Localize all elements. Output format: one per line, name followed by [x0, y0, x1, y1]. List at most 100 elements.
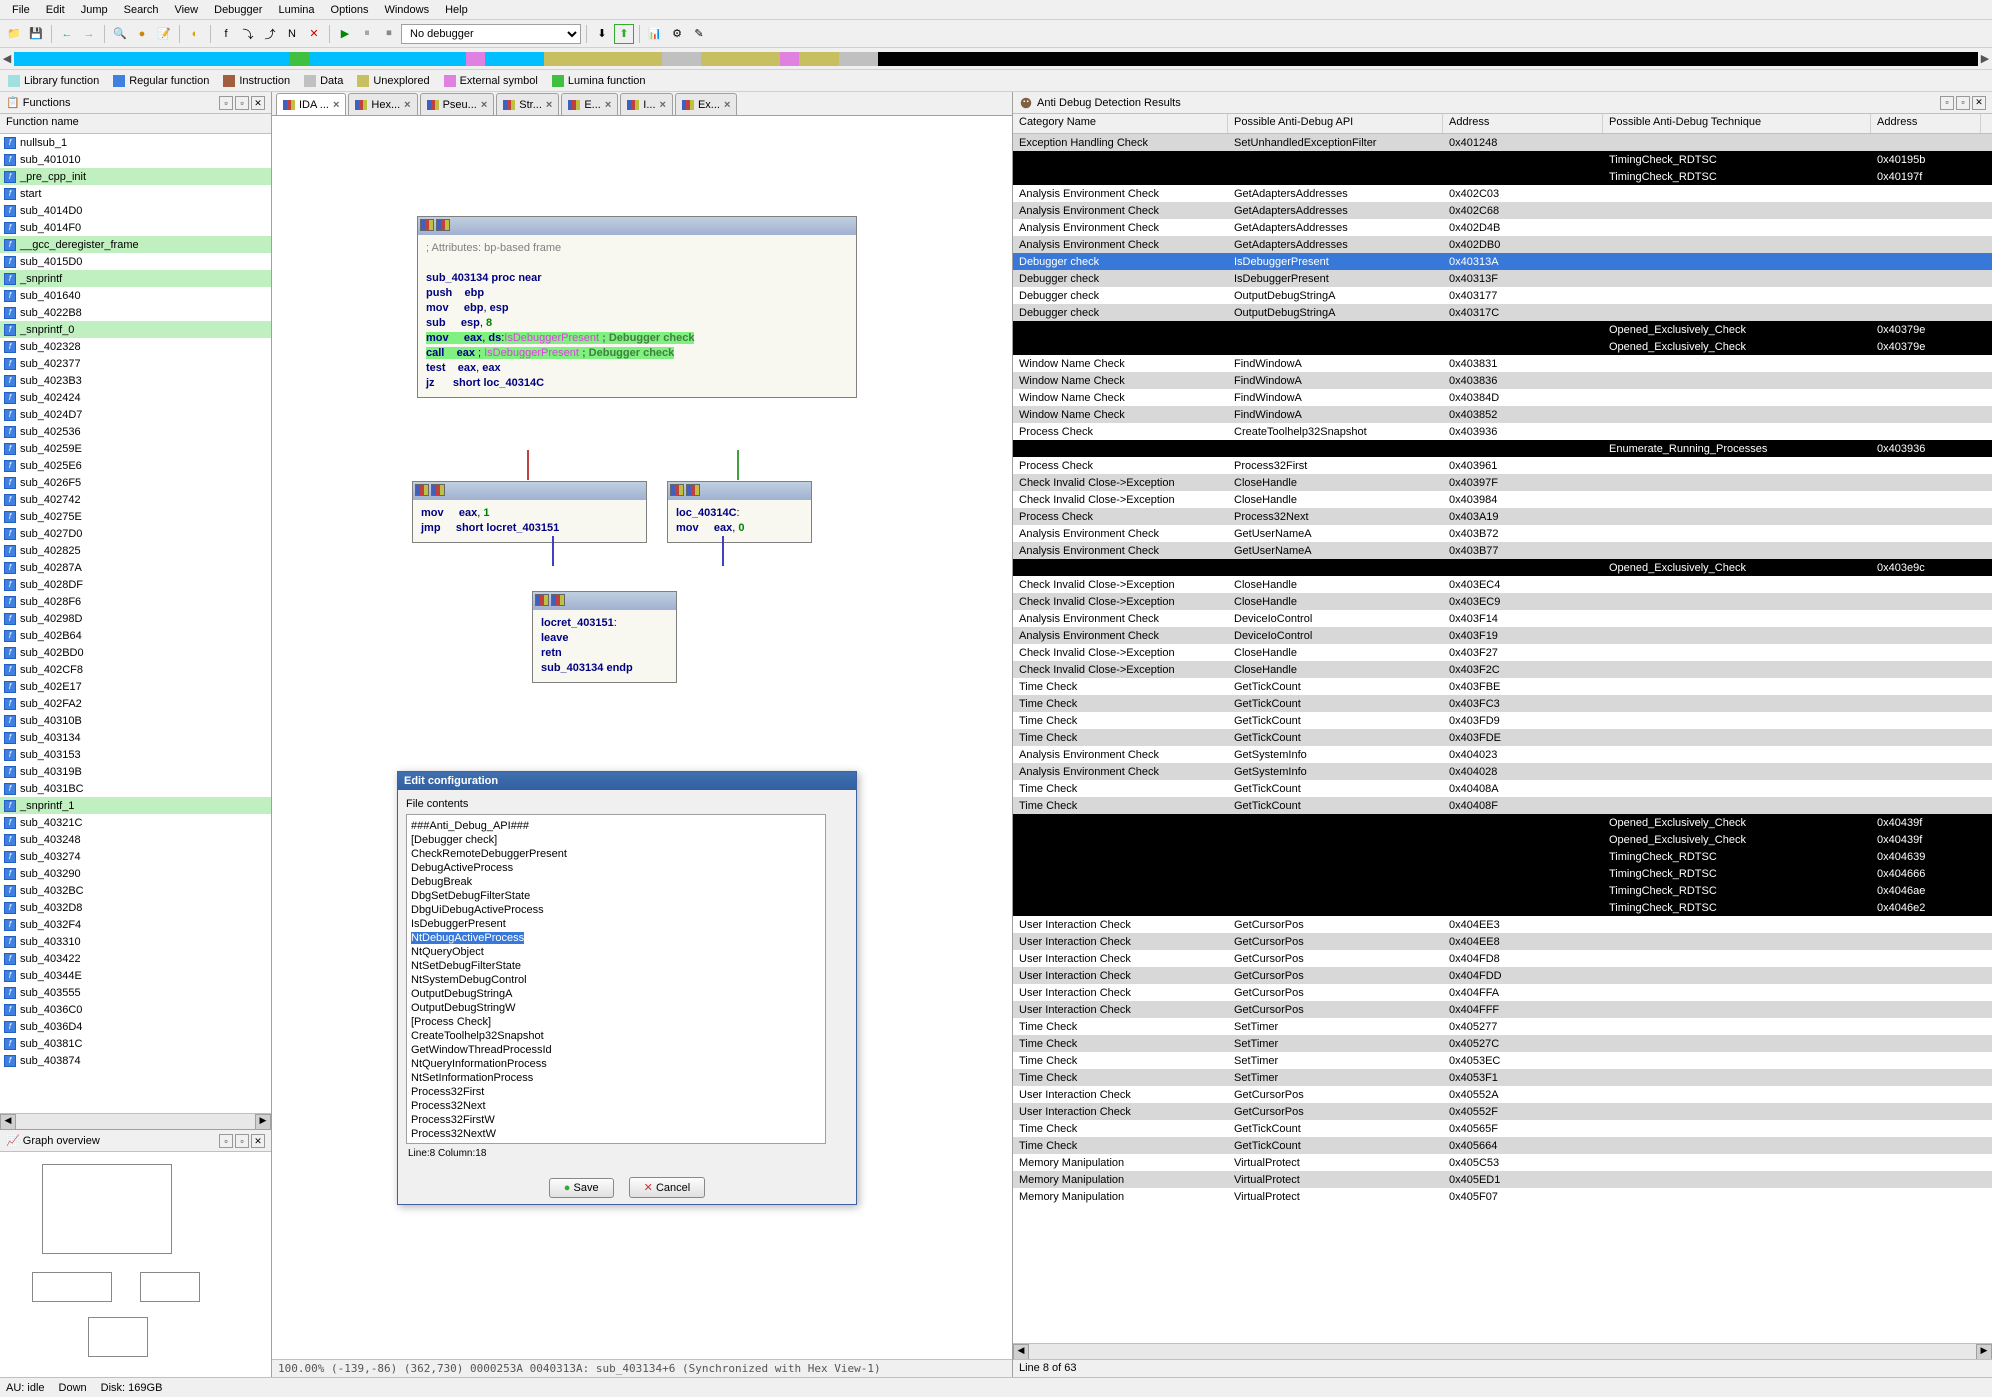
function-row[interactable]: fsub_40259E: [0, 440, 271, 457]
tab[interactable]: Hex...×: [348, 93, 417, 115]
function-row[interactable]: fsub_402742: [0, 491, 271, 508]
results-row[interactable]: TimingCheck_RDTSC0x40197f: [1013, 168, 1992, 185]
results-row[interactable]: Analysis Environment CheckGetUserNameA0x…: [1013, 542, 1992, 559]
menu-debugger[interactable]: Debugger: [206, 2, 270, 18]
results-row[interactable]: User Interaction CheckGetCursorPos0x404F…: [1013, 967, 1992, 984]
results-row[interactable]: Memory ManipulationVirtualProtect0x405C5…: [1013, 1154, 1992, 1171]
function-row[interactable]: fsub_402CF8: [0, 661, 271, 678]
min-icon[interactable]: ▫: [1940, 96, 1954, 110]
function-list[interactable]: fnullsub_1fsub_401010f_pre_cpp_initfstar…: [0, 134, 271, 1113]
function-row[interactable]: fsub_403248: [0, 831, 271, 848]
pin-icon[interactable]: ▫: [219, 96, 233, 110]
function-row[interactable]: fsub_403422: [0, 950, 271, 967]
results-col-header[interactable]: Category Name: [1013, 114, 1228, 133]
function-row[interactable]: fsub_4023B3: [0, 372, 271, 389]
function-row[interactable]: fsub_402FA2: [0, 695, 271, 712]
results-row[interactable]: Analysis Environment CheckGetAdaptersAdd…: [1013, 236, 1992, 253]
tool-icon[interactable]: 📝: [154, 24, 174, 44]
results-row[interactable]: Time CheckGetTickCount0x40408A: [1013, 780, 1992, 797]
function-row[interactable]: fsub_4014F0: [0, 219, 271, 236]
results-table[interactable]: Exception Handling CheckSetUnhandledExce…: [1013, 134, 1992, 1343]
function-row[interactable]: fsub_40287A: [0, 559, 271, 576]
function-row[interactable]: fsub_4028F6: [0, 593, 271, 610]
results-row[interactable]: Time CheckGetTickCount0x40408F: [1013, 797, 1992, 814]
tab-bar[interactable]: IDA ...×Hex...×Pseu...×Str...×E...×I...×…: [272, 92, 1012, 116]
function-name-header[interactable]: Function name: [0, 114, 271, 134]
tab[interactable]: E...×: [561, 93, 618, 115]
tab-close-icon[interactable]: ×: [481, 99, 487, 111]
function-row[interactable]: fsub_4027D0: [0, 525, 271, 542]
open-icon[interactable]: 📁: [4, 24, 24, 44]
results-row[interactable]: Debugger checkIsDebuggerPresent0x40313F: [1013, 270, 1992, 287]
back-icon[interactable]: ←: [57, 24, 77, 44]
function-row[interactable]: fsub_40310B: [0, 712, 271, 729]
results-row[interactable]: Analysis Environment CheckGetSystemInfo0…: [1013, 763, 1992, 780]
results-row[interactable]: TimingCheck_RDTSC0x404666: [1013, 865, 1992, 882]
results-row[interactable]: Process CheckProcess32Next0x403A19: [1013, 508, 1992, 525]
results-row[interactable]: TimingCheck_RDTSC0x40195b: [1013, 151, 1992, 168]
function-row[interactable]: fsub_4014D0: [0, 202, 271, 219]
tab-close-icon[interactable]: ×: [724, 99, 730, 111]
function-row[interactable]: fsub_402424: [0, 389, 271, 406]
nav-left[interactable]: ◀: [0, 52, 14, 65]
results-row[interactable]: Analysis Environment CheckGetSystemInfo0…: [1013, 746, 1992, 763]
results-row[interactable]: Time CheckSetTimer0x40527C: [1013, 1035, 1992, 1052]
stop-icon[interactable]: ⏹: [379, 24, 399, 44]
function-row[interactable]: fsub_40381C: [0, 1035, 271, 1052]
cancel-button[interactable]: ✕ Cancel: [629, 1177, 706, 1198]
results-row[interactable]: Time CheckGetTickCount0x40565F: [1013, 1120, 1992, 1137]
function-row[interactable]: fstart: [0, 185, 271, 202]
function-row[interactable]: fnullsub_1: [0, 134, 271, 151]
results-row[interactable]: Memory ManipulationVirtualProtect0x405F0…: [1013, 1188, 1992, 1205]
config-textarea[interactable]: ###Anti_Debug_API###[Debugger check]Chec…: [406, 814, 826, 1144]
results-row[interactable]: User Interaction CheckGetCursorPos0x404F…: [1013, 1001, 1992, 1018]
results-row[interactable]: TimingCheck_RDTSC0x4046e2: [1013, 899, 1992, 916]
tab-close-icon[interactable]: ×: [404, 99, 410, 111]
results-row[interactable]: Time CheckSetTimer0x4053F1: [1013, 1069, 1992, 1086]
results-row[interactable]: Check Invalid Close->ExceptionCloseHandl…: [1013, 644, 1992, 661]
results-row[interactable]: Time CheckGetTickCount0x405664: [1013, 1137, 1992, 1154]
results-row[interactable]: User Interaction CheckGetCursorPos0x4055…: [1013, 1103, 1992, 1120]
function-row[interactable]: fsub_4032F4: [0, 916, 271, 933]
results-row[interactable]: User Interaction CheckGetCursorPos0x404E…: [1013, 933, 1992, 950]
function-row[interactable]: fsub_402E17: [0, 678, 271, 695]
function-row[interactable]: fsub_40298D: [0, 610, 271, 627]
function-row[interactable]: fsub_4022B8: [0, 304, 271, 321]
results-row[interactable]: Time CheckGetTickCount0x403FC3: [1013, 695, 1992, 712]
function-row[interactable]: fsub_403310: [0, 933, 271, 950]
tool-icon[interactable]: N: [282, 24, 302, 44]
results-row[interactable]: Analysis Environment CheckGetAdaptersAdd…: [1013, 202, 1992, 219]
results-row[interactable]: Debugger checkOutputDebugStringA0x403177: [1013, 287, 1992, 304]
function-row[interactable]: fsub_401640: [0, 287, 271, 304]
function-row[interactable]: fsub_402B64: [0, 627, 271, 644]
function-row[interactable]: f_pre_cpp_init: [0, 168, 271, 185]
results-row[interactable]: Exception Handling CheckSetUnhandledExce…: [1013, 134, 1992, 151]
results-header[interactable]: Category NamePossible Anti-Debug APIAddr…: [1013, 114, 1992, 134]
function-row[interactable]: f__gcc_deregister_frame: [0, 236, 271, 253]
tab-close-icon[interactable]: ×: [546, 99, 552, 111]
tool-icon[interactable]: ⤴: [260, 24, 280, 44]
menu-view[interactable]: View: [166, 2, 206, 18]
menu-options[interactable]: Options: [323, 2, 377, 18]
function-row[interactable]: f_snprintf_1: [0, 797, 271, 814]
results-row[interactable]: User Interaction CheckGetCursorPos0x404F…: [1013, 984, 1992, 1001]
save-icon[interactable]: 💾: [26, 24, 46, 44]
function-row[interactable]: fsub_4026F5: [0, 474, 271, 491]
results-row[interactable]: Opened_Exclusively_Check0x403e9c: [1013, 559, 1992, 576]
tool-icon[interactable]: ●: [132, 24, 152, 44]
results-row[interactable]: User Interaction CheckGetCursorPos0x4055…: [1013, 1086, 1992, 1103]
results-row[interactable]: Time CheckGetTickCount0x403FDE: [1013, 729, 1992, 746]
results-row[interactable]: Window Name CheckFindWindowA0x40384D: [1013, 389, 1992, 406]
pin-icon[interactable]: ▫: [219, 1134, 233, 1148]
debugger-select[interactable]: No debugger: [401, 24, 581, 44]
results-row[interactable]: Analysis Environment CheckGetAdaptersAdd…: [1013, 185, 1992, 202]
tab[interactable]: Str...×: [496, 93, 559, 115]
function-row[interactable]: fsub_4036C0: [0, 1001, 271, 1018]
results-row[interactable]: Check Invalid Close->ExceptionCloseHandl…: [1013, 474, 1992, 491]
min-icon[interactable]: ▫: [235, 96, 249, 110]
graph-overview-canvas[interactable]: [0, 1152, 271, 1372]
tab[interactable]: Pseu...×: [420, 93, 495, 115]
tool-icon[interactable]: ✎: [689, 24, 709, 44]
results-col-header[interactable]: Address: [1871, 114, 1981, 133]
function-row[interactable]: fsub_4025E6: [0, 457, 271, 474]
